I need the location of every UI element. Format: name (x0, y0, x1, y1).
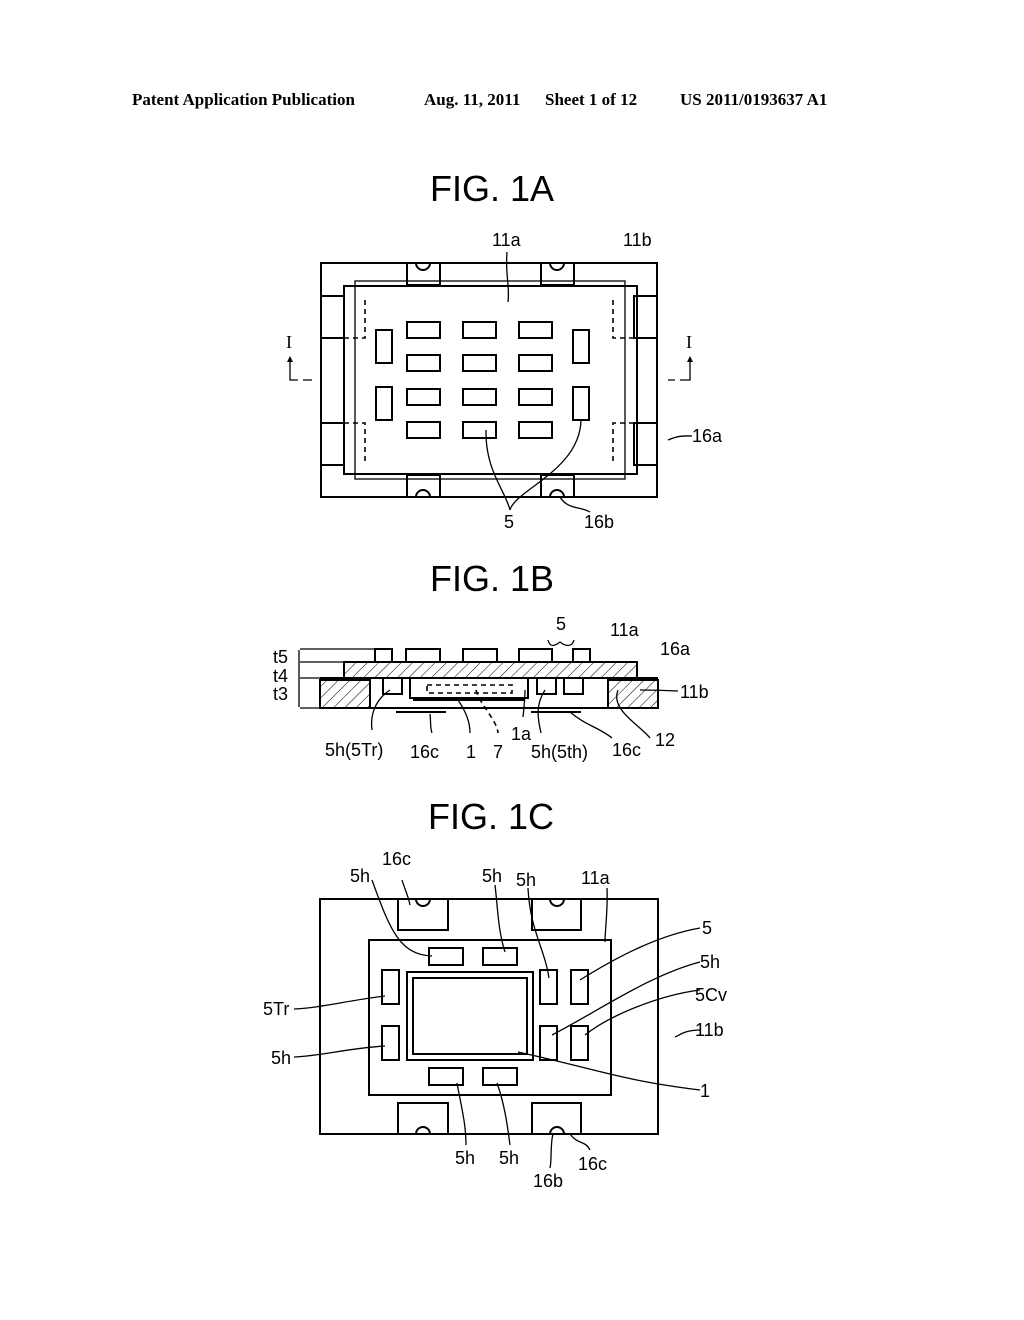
castellation-16b (549, 489, 565, 498)
label-5: 5 (702, 918, 712, 938)
label-12: 12 (655, 730, 675, 750)
label-16c-left: 16c (410, 742, 439, 762)
label-16b: 16b (584, 512, 614, 532)
label-11a: 11a (610, 620, 640, 640)
electrode-16a (321, 422, 345, 466)
section-marker-left (289, 360, 312, 381)
electrode-16a (406, 263, 441, 286)
hidden-line (612, 422, 634, 465)
label-t5: t5 (273, 647, 288, 667)
label-t3: t3 (273, 684, 288, 704)
drawings: 11a 11b 16a 16b 5 I I t5 t4 t3 5 11a 16a… (263, 230, 727, 1191)
label-16c-top: 16c (382, 849, 411, 869)
label-5h-bottom-2: 5h (499, 1148, 519, 1168)
castellation-16b (415, 262, 431, 271)
label-section-left: I (286, 332, 292, 352)
board-11a-section (343, 661, 638, 679)
label-5cv: 5Cv (695, 985, 727, 1005)
substrate-11b (319, 898, 659, 1135)
electrode-16c (397, 899, 449, 931)
label-1: 1 (466, 742, 476, 762)
label-16c-bottom: 16c (578, 1154, 607, 1174)
substrate-11b-right (607, 679, 659, 709)
label-11b: 11b (680, 682, 709, 702)
label-1a: 1a (511, 724, 532, 744)
label-5h-bottom-1: 5h (455, 1148, 475, 1168)
electrode-16a (406, 474, 441, 497)
chip-1 (406, 971, 534, 1061)
label-11a: 11a (581, 868, 611, 888)
fig-1a-drawing: 11a 11b 16a 16b 5 I I (286, 230, 723, 532)
inner-outline (354, 280, 626, 480)
label-5h-c: 5h (516, 870, 536, 890)
label-5h-d: 5h (700, 952, 720, 972)
label-5h-left: 5h (271, 1048, 291, 1068)
board-11a (343, 285, 638, 475)
label-16a: 16a (692, 426, 723, 446)
label-5h-b: 5h (482, 866, 502, 886)
substrate-11b-left (319, 679, 371, 709)
label-11a: 11a (492, 230, 522, 250)
label-section-right: I (686, 332, 692, 352)
label-11b: 11b (695, 1020, 724, 1040)
label-16a: 16a (660, 639, 691, 659)
label-5: 5 (556, 614, 566, 634)
electrode-16a (540, 263, 575, 286)
electrode-16c (531, 1102, 582, 1134)
electrode-16c (397, 1102, 449, 1134)
label-7: 7 (493, 742, 503, 762)
label-11b: 11b (623, 230, 652, 250)
label-t4: t4 (273, 666, 288, 686)
electrode-16c (531, 899, 582, 931)
hidden-line (612, 296, 634, 339)
section-marker-right (668, 360, 691, 381)
label-16c-right: 16c (612, 740, 641, 760)
label-5h-5th: 5h(5th) (531, 742, 588, 762)
castellation-16b (415, 489, 431, 498)
substrate-11b (320, 262, 658, 498)
electrode-16a (540, 474, 575, 497)
component-grid-5 (375, 321, 590, 439)
label-5tr: 5Tr (263, 999, 289, 1019)
castellation-16b (549, 262, 565, 271)
label-5h-a: 5h (350, 866, 370, 886)
label-5: 5 (504, 512, 514, 532)
label-5h-5tr: 5h(5Tr) (325, 740, 383, 760)
fig-1c-drawing: 16c 5h 5h 5h 11a 5 5h 5Cv 11b 1 5Tr 5h 5… (263, 849, 727, 1191)
label-1: 1 (700, 1081, 710, 1101)
electrode-16a (321, 295, 345, 339)
fig-1b-drawing: t5 t4 t3 5 11a 16a 11b 12 5h(5Tr) 16c 1 … (273, 614, 709, 762)
label-16b: 16b (533, 1171, 563, 1191)
